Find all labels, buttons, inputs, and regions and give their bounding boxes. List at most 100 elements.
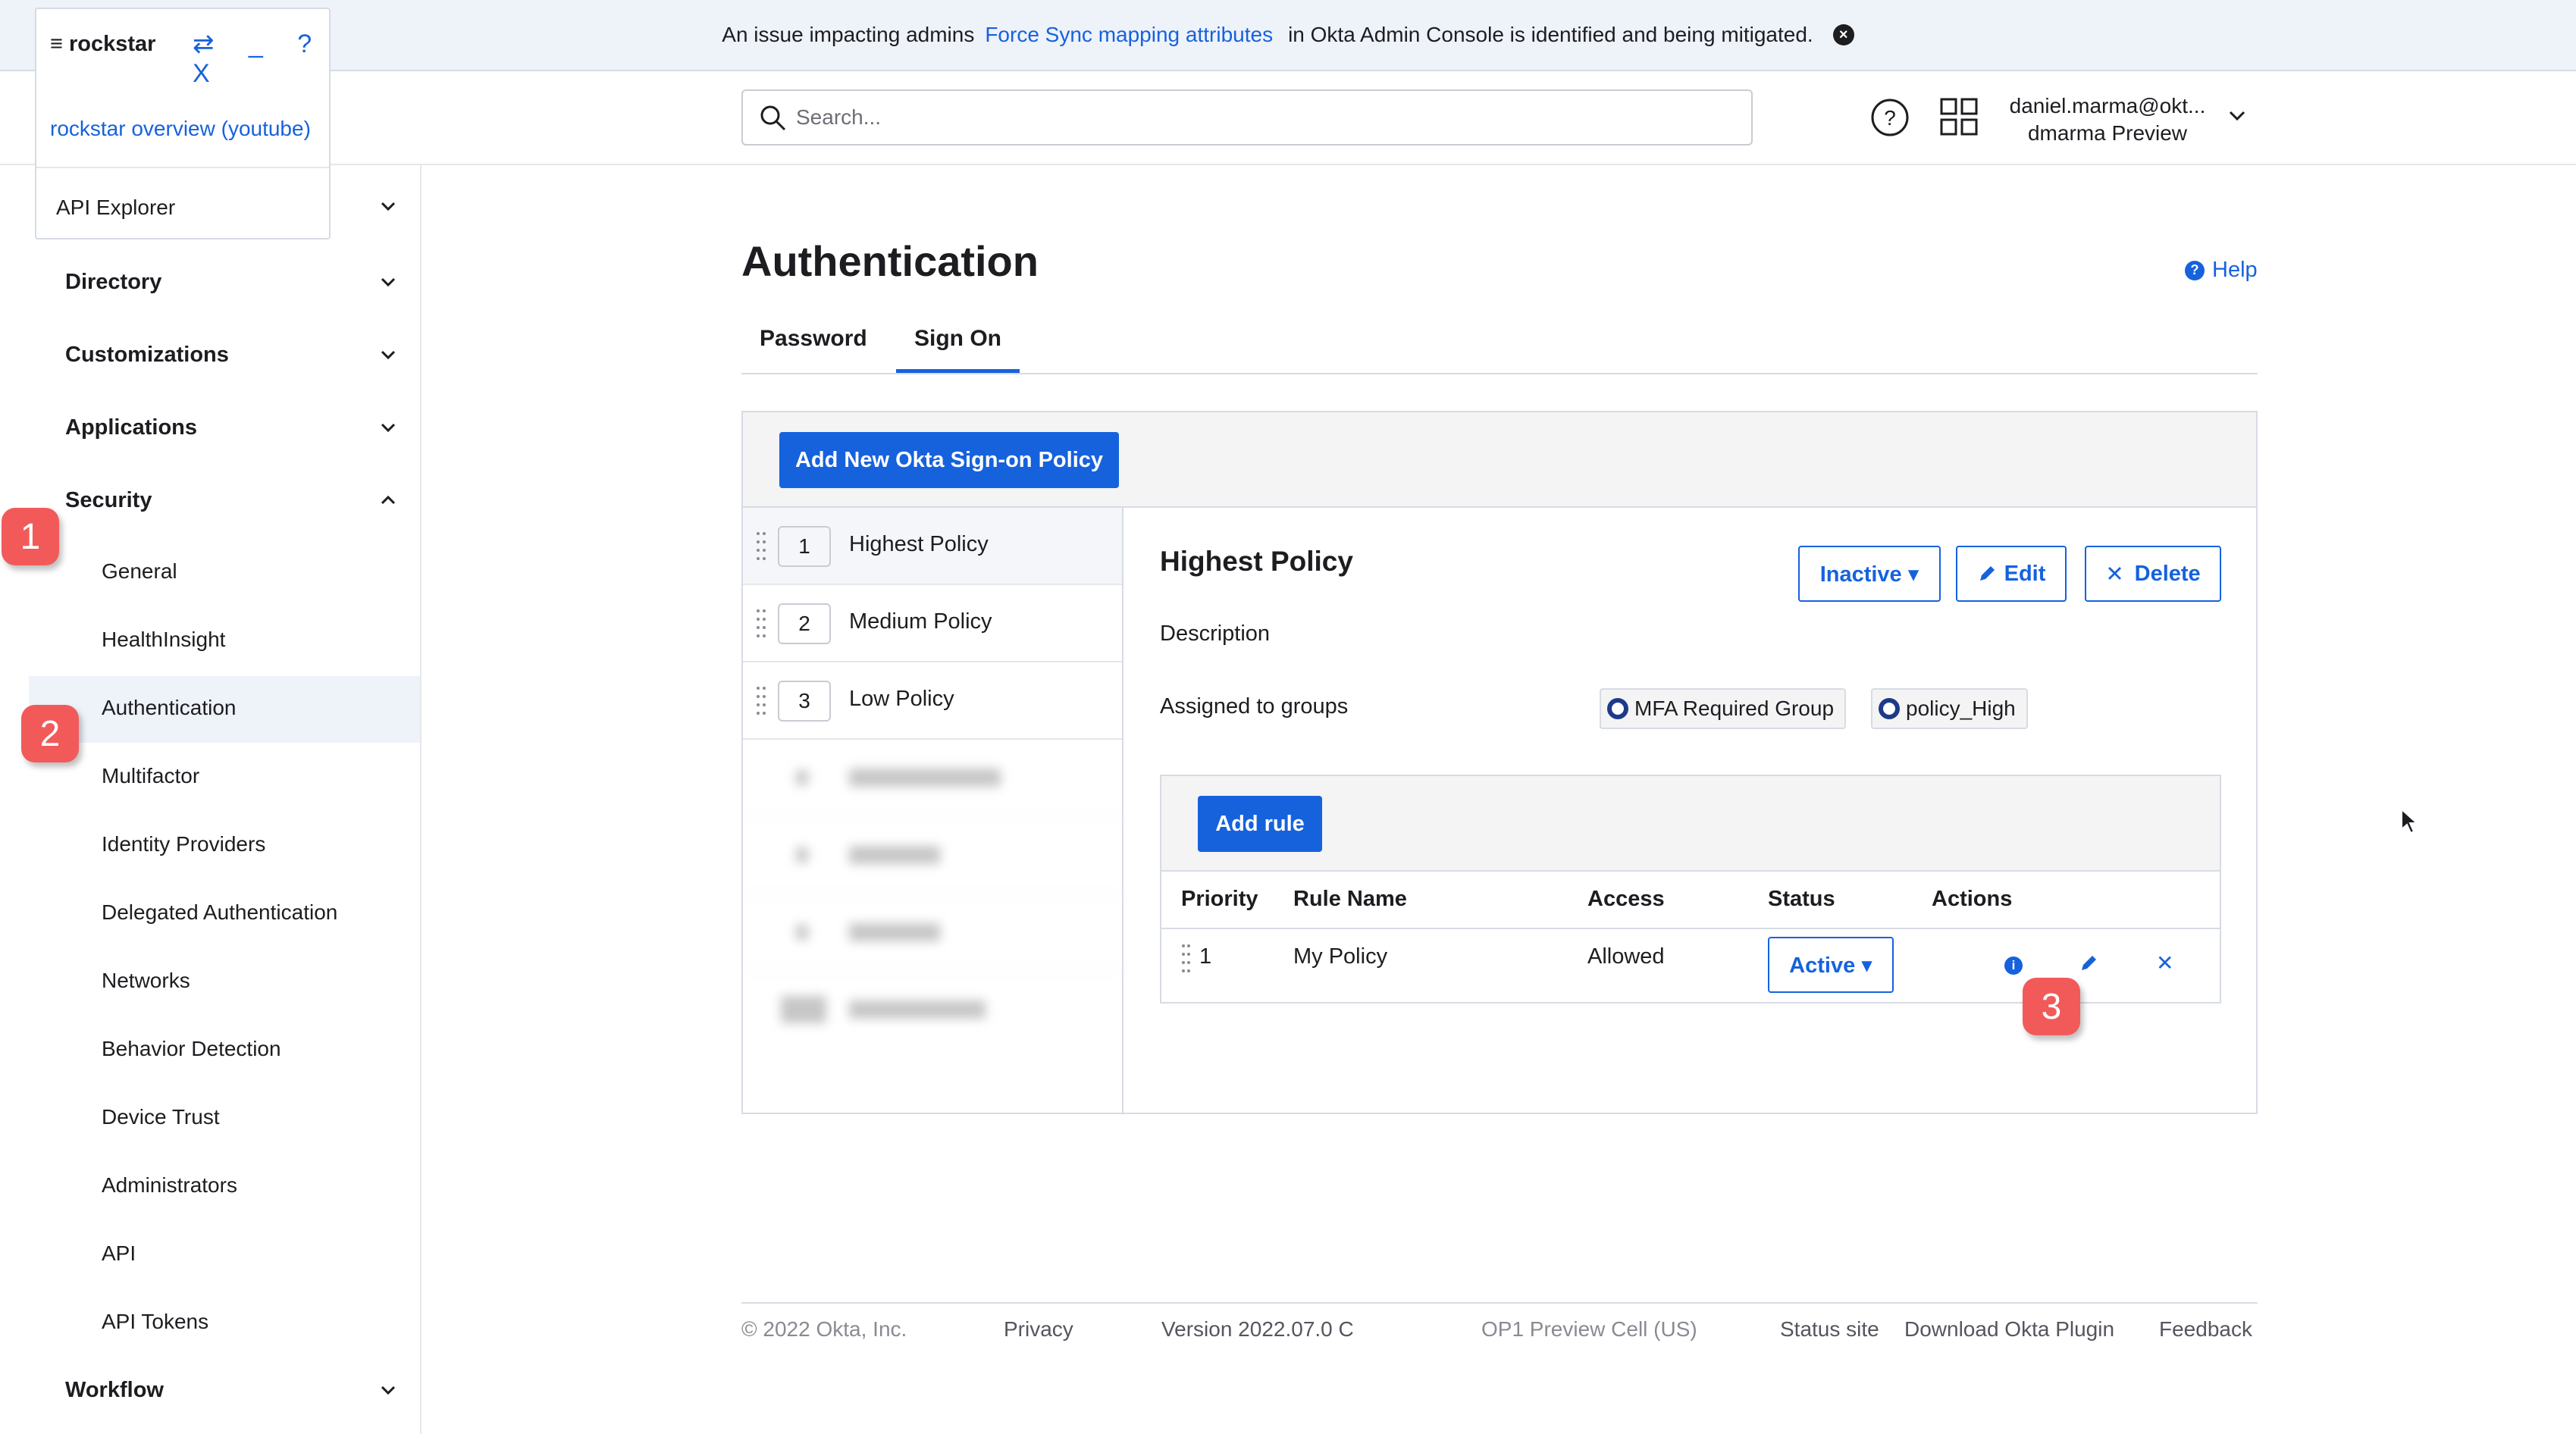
drag-handle-icon[interactable] [755,608,767,640]
rule-priority: 1 [1199,944,1212,969]
user-menu[interactable]: daniel.marma@okt... dmarma Preview [2001,92,2214,147]
sidebar-item-delegated-authentication[interactable]: Delegated Authentication [102,890,405,935]
rules-table: Add rule Priority Rule Name Access Statu… [1160,775,2221,1003]
blurred-policy-row [743,817,1122,894]
policy-detail-title: Highest Policy [1160,546,1353,577]
sidebar-item-general[interactable]: General [102,549,405,594]
top-header: Search... ? daniel.marma@okt... dmarma P… [0,73,2576,165]
sidebar-item-label: Workflow [65,1377,164,1402]
sidebar-item-api-tokens[interactable]: API Tokens [102,1299,405,1345]
delete-button[interactable]: ✕ Delete [2085,546,2221,602]
banner-link[interactable]: Force Sync mapping attributes [985,23,1273,47]
tab-sign-on[interactable]: Sign On [896,326,1020,373]
sidebar-item-api[interactable]: API [102,1231,405,1276]
drag-handle-icon[interactable] [755,531,767,562]
footer-cell: OP1 Preview Cell (US) [1481,1317,1697,1341]
rules-toolbar: Add rule [1161,776,2220,872]
drag-handle-icon[interactable] [1181,943,1192,973]
sidebar-item-applications[interactable]: Applications [65,405,399,450]
user-email: daniel.marma@okt... [2009,94,2206,117]
policy-row[interactable]: 2 Medium Policy [743,585,1122,662]
column-header-access: Access [1587,887,1665,911]
footer-status-link[interactable]: Status site [1780,1317,1879,1342]
sidebar-item-workflow[interactable]: Workflow [65,1367,399,1413]
policy-name: Highest Policy [849,532,989,556]
svg-text:?: ? [1884,106,1896,130]
edit-button[interactable]: Edit [1956,546,2067,602]
blurred-policy-row [743,894,1122,972]
search-icon [760,105,786,131]
blurred-policy-row [743,740,1122,817]
step-badge-1: 1 [2,508,59,565]
sidebar-item-healthinsight[interactable]: HealthInsight [102,617,405,662]
group-chip[interactable]: policy_High [1871,688,2028,729]
sidebar-item-multifactor[interactable]: Multifactor [102,753,405,799]
help-icon: ? [2185,260,2205,280]
group-chip[interactable]: MFA Required Group [1600,688,1847,729]
popup-divider [36,167,329,168]
sidebar-item-label: Security [65,487,152,512]
policy-priority: 3 [778,681,831,722]
popup-controls[interactable]: ⇄ _ ? X [193,29,329,89]
footer-version: Version 2022.07.0 C [1161,1317,1354,1341]
header-divider [1161,928,2220,929]
chevron-down-icon[interactable] [2226,105,2249,127]
policy-name: Low Policy [849,687,954,711]
mouse-cursor-icon [2401,808,2418,834]
footer: © 2022 Okta, Inc. Privacy Version 2022.0… [741,1302,2258,1363]
sidebar-item-security[interactable]: Security [65,477,399,523]
info-icon[interactable]: i [2004,957,2023,975]
column-header-status: Status [1768,887,1835,911]
blurred-policy-row [743,972,1122,1049]
step-badge-2: 2 [21,705,79,762]
help-link[interactable]: ? Help [2185,258,2258,283]
group-icon [1607,698,1628,719]
banner-text-end: in Okta Admin Console is identified and … [1288,23,1813,46]
tab-bar: Password Sign On [741,318,2258,374]
apps-grid-icon[interactable] [1939,97,1979,136]
status-dropdown-button[interactable]: Inactive ▾ [1798,546,1941,602]
search-input[interactable]: Search... [741,89,1753,146]
policy-row[interactable]: 3 Low Policy [743,662,1122,740]
help-icon[interactable]: ? [1869,97,1910,138]
footer-copyright: © 2022 Okta, Inc. [741,1317,907,1341]
sidebar-item-label: Customizations [65,342,229,367]
sidebar-item-device-trust[interactable]: Device Trust [102,1094,405,1140]
column-header-rule-name: Rule Name [1293,887,1407,911]
panel-toolbar: Add New Okta Sign-on Policy [743,412,2256,508]
chevron-down-icon [381,350,396,360]
sidebar-item-customizations[interactable]: Customizations [65,332,399,377]
pencil-icon[interactable] [2079,953,2098,973]
footer-privacy-link[interactable]: Privacy [1004,1317,1073,1342]
policy-row[interactable]: 1 Highest Policy [743,508,1122,585]
add-rule-button[interactable]: Add rule [1198,796,1322,852]
announcement-banner: An issue impacting admins Force Sync map… [0,0,2576,71]
chevron-down-icon[interactable] [378,196,399,217]
edit-label: Edit [2004,561,2046,586]
help-label: Help [2212,258,2258,282]
footer-plugin-link[interactable]: Download Okta Plugin [1904,1317,2114,1342]
policy-list: 1 Highest Policy 2 Medium Policy 3 Low P… [743,508,1123,1114]
sidebar-item-identity-providers[interactable]: Identity Providers [102,822,405,867]
group-name: policy_High [1906,697,2016,720]
sidebar-item-administrators[interactable]: Administrators [102,1163,405,1208]
sidebar-item-directory[interactable]: Directory [65,259,399,305]
sidebar-item-authentication[interactable]: Authentication [102,685,405,731]
sidebar-item-behavior-detection[interactable]: Behavior Detection [102,1026,405,1072]
delete-rule-icon[interactable]: ✕ [2156,950,2173,975]
add-policy-button[interactable]: Add New Okta Sign-on Policy [779,432,1119,488]
sidebar-item-networks[interactable]: Networks [102,958,405,1003]
tab-password[interactable]: Password [741,326,885,373]
close-banner-icon[interactable]: × [1832,24,1854,45]
footer-feedback-link[interactable]: Feedback [2159,1317,2252,1342]
policy-priority: 2 [778,603,831,644]
description-label: Description [1160,622,1271,646]
rule-status-dropdown[interactable]: Active ▾ [1768,937,1894,993]
policy-priority: 1 [778,526,831,567]
column-header-actions: Actions [1932,887,2013,911]
drag-handle-icon[interactable] [755,685,767,717]
popup-overview-link[interactable]: rockstar overview (youtube) [50,117,311,141]
groups-label: Assigned to groups [1160,694,1349,719]
popup-api-explorer[interactable]: API Explorer [56,196,175,220]
chevron-down-icon [381,277,396,287]
